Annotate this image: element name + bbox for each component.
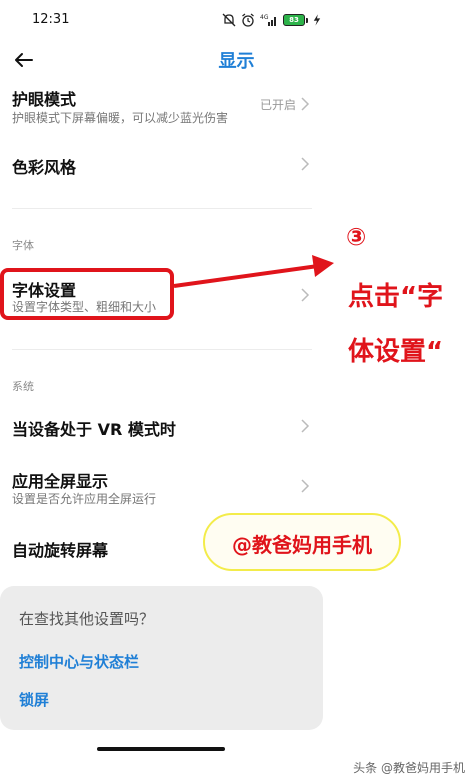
mute-icon [222, 13, 236, 27]
battery-level: 83 [283, 14, 305, 26]
battery-icon: 83 [283, 14, 308, 26]
status-time: 12:31 [32, 12, 70, 27]
highlight-box [0, 268, 174, 320]
suggestion-question: 在查找其他设置吗？ [19, 610, 155, 628]
section-header-font: 字体 [12, 239, 34, 252]
watermark-bubble: @教爸妈用手机 [203, 513, 401, 571]
signal-icon: 4G [260, 14, 276, 26]
svg-text:4G: 4G [260, 14, 269, 21]
link-lock-screen[interactable]: 锁屏 [19, 689, 49, 710]
row-title: 当设备处于 VR 模式时 [12, 420, 176, 439]
divider [12, 349, 312, 350]
settings-row-fullscreen[interactable]: 应用全屏显示 设置是否允许应用全屏运行 [0, 466, 330, 508]
alarm-icon [242, 13, 254, 27]
link-control-center[interactable]: 控制中心与状态栏 [19, 651, 139, 672]
annotation-text-line1: 点击“字 [348, 282, 444, 312]
chevron-right-icon [301, 157, 310, 171]
status-icons: 4G 83 [222, 10, 321, 30]
row-subtitle: 护眼模式下屏幕偏暖，可以减少蓝光伤害 [12, 111, 229, 125]
status-bar: 12:31 4G 83 [0, 0, 473, 40]
suggestion-card: 在查找其他设置吗？ 控制中心与状态栏 锁屏 [0, 586, 323, 730]
settings-row-vr[interactable]: 当设备处于 VR 模式时 [0, 413, 330, 443]
settings-row-color-style[interactable]: 色彩风格 [0, 150, 330, 180]
home-indicator[interactable] [97, 747, 225, 751]
watermark-text: @教爸妈用手机 [232, 533, 372, 557]
source-credit: 头条 @教爸妈用手机 [353, 761, 465, 775]
chevron-right-icon [301, 288, 310, 302]
chevron-right-icon [301, 97, 310, 111]
row-value: 已开启 [259, 98, 296, 112]
annotation-text-line2: 体设置“ [348, 337, 444, 367]
charging-icon [313, 14, 321, 26]
settings-row-eye-mode[interactable]: 护眼模式 护眼模式下屏幕偏暖，可以减少蓝光伤害 已开启 [0, 84, 330, 130]
row-title: 自动旋转屏幕 [12, 541, 109, 560]
chevron-right-icon [301, 419, 310, 433]
row-subtitle: 设置是否允许应用全屏运行 [12, 492, 157, 506]
row-title: 色彩风格 [12, 158, 77, 177]
row-title: 护眼模式 [12, 90, 77, 109]
page-title: 显示 [218, 51, 255, 72]
step-number: ③ [346, 223, 367, 251]
chevron-right-icon [301, 479, 310, 493]
divider [12, 208, 312, 209]
row-title: 应用全屏显示 [12, 472, 109, 491]
section-header-system: 系统 [12, 380, 34, 393]
